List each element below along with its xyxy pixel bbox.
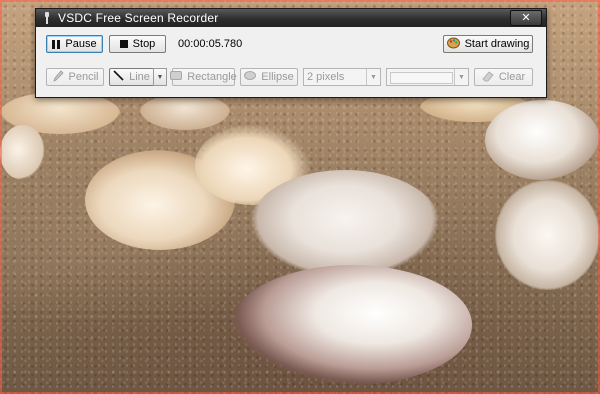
line-dropdown-button[interactable]: ▼ — [153, 68, 167, 86]
close-button[interactable]: ✕ — [510, 10, 542, 26]
pause-button[interactable]: Pause — [46, 35, 103, 53]
pause-icon — [52, 39, 61, 49]
chevron-down-icon: ▼ — [454, 69, 468, 85]
pencil-icon — [52, 69, 64, 85]
line-width-value: 2 pixels — [307, 71, 345, 83]
recording-timer: 00:00:05.780 — [178, 38, 243, 50]
shell-foreground — [232, 265, 472, 385]
color-select[interactable]: ▼ — [386, 68, 469, 86]
shell-right — [495, 180, 600, 290]
stop-button-label: Stop — [132, 38, 156, 50]
shell-left-edge — [0, 125, 45, 180]
ellipse-icon — [244, 71, 257, 83]
shell-top-mid — [140, 94, 230, 130]
pause-button-label: Pause — [65, 38, 97, 50]
clear-label: Clear — [498, 71, 526, 83]
ellipse-label: Ellipse — [261, 71, 294, 83]
shell-center — [250, 170, 440, 278]
line-width-select[interactable]: 2 pixels ▼ — [303, 68, 381, 86]
pin-icon — [42, 12, 52, 24]
start-drawing-label: Start drawing — [464, 38, 530, 50]
rectangle-icon — [170, 71, 183, 83]
stop-icon — [119, 40, 128, 48]
shell-top-right — [485, 100, 600, 180]
chevron-down-icon: ▼ — [156, 73, 164, 81]
color-swatch — [390, 72, 453, 84]
ellipse-button[interactable]: Ellipse — [240, 68, 298, 86]
paint-palette-icon — [446, 37, 460, 52]
close-icon: ✕ — [521, 11, 531, 24]
line-label: Line — [129, 71, 150, 83]
rectangle-label: Rectangle — [187, 71, 237, 83]
line-button[interactable]: Line — [109, 68, 153, 86]
line-icon — [113, 70, 124, 84]
rectangle-button[interactable]: Rectangle — [170, 68, 237, 86]
stop-button[interactable]: Stop — [109, 35, 166, 53]
eraser-icon — [482, 70, 494, 85]
start-drawing-button[interactable]: Start drawing — [443, 35, 533, 53]
chevron-down-icon: ▼ — [366, 69, 380, 85]
pencil-button[interactable]: Pencil — [46, 68, 104, 86]
title-bar[interactable]: VSDC Free Screen Recorder ✕ — [36, 9, 546, 27]
clear-button[interactable]: Clear — [474, 68, 533, 86]
recorder-window: VSDC Free Screen Recorder ✕ Pause Stop 0… — [35, 8, 547, 98]
pencil-label: Pencil — [68, 71, 99, 83]
window-title: VSDC Free Screen Recorder — [58, 11, 219, 25]
